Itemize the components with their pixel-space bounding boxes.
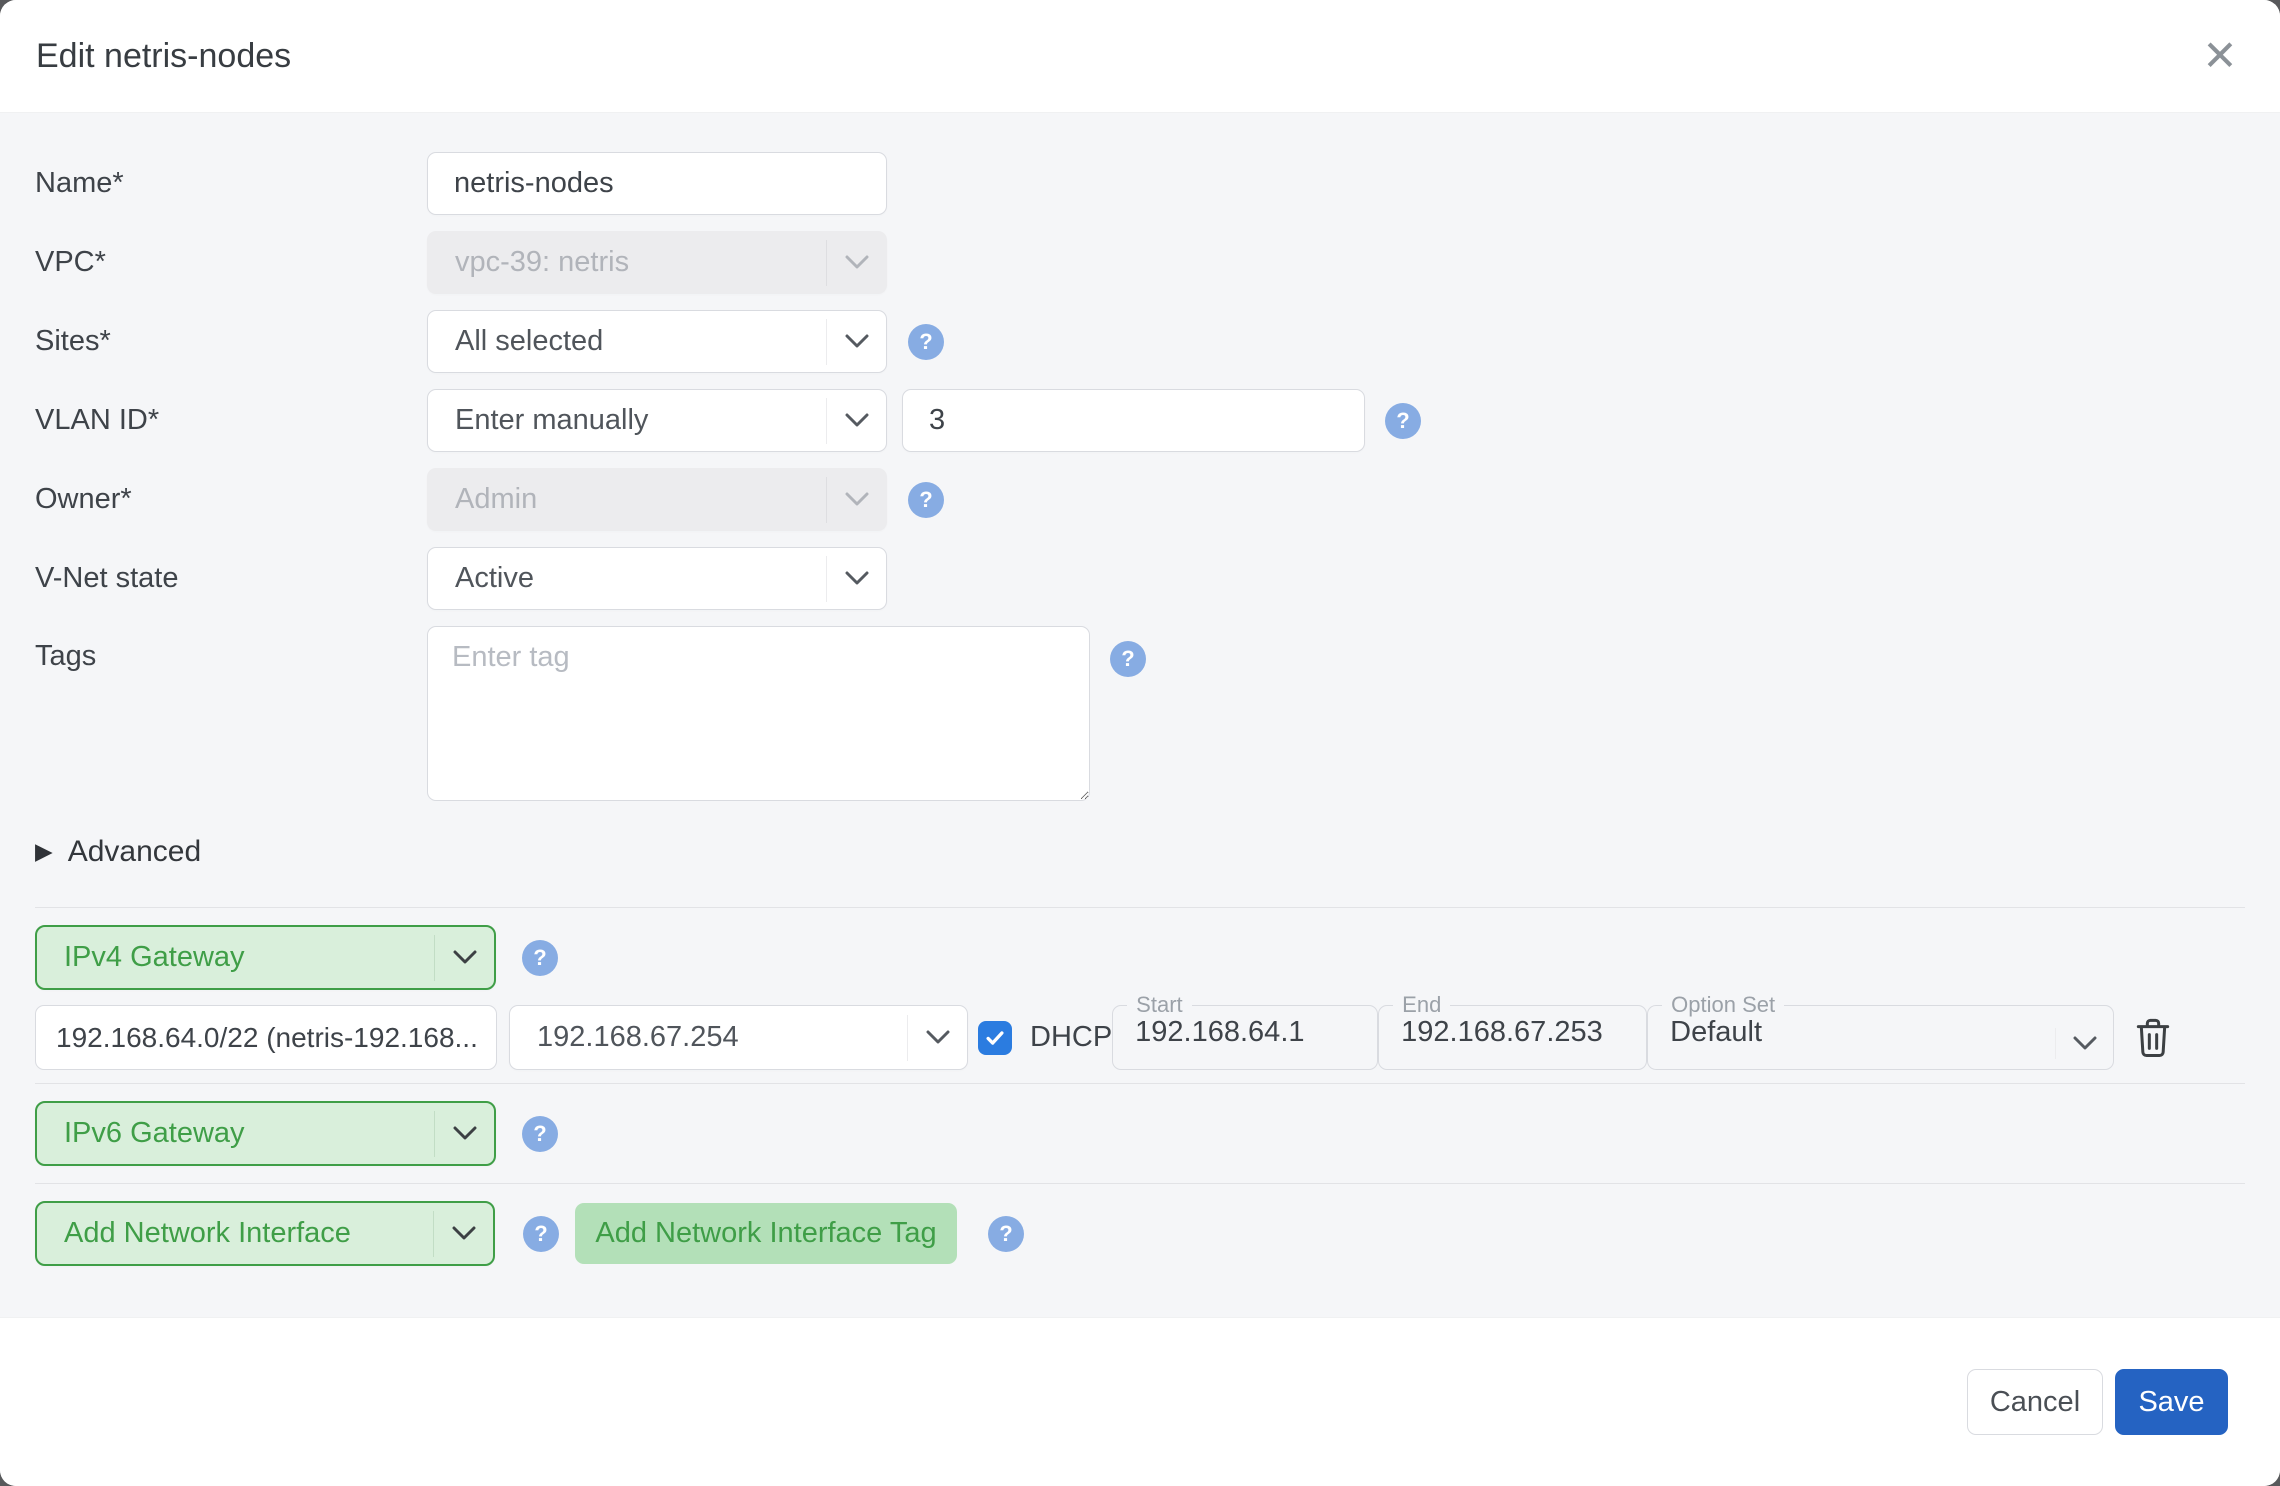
vlan-mode-select-value: Enter manually: [428, 390, 826, 451]
owner-row: Owner* Admin ?: [35, 468, 2245, 531]
trash-icon: [2133, 1015, 2173, 1061]
chevron-down-icon: [907, 1015, 967, 1061]
chevron-down-icon: [826, 477, 886, 523]
dhcp-field: DHCP: [978, 1005, 1112, 1070]
ipv6-gateway-row: IPv6 Gateway ?: [35, 1101, 2245, 1166]
dhcp-end-input[interactable]: [1379, 1016, 1646, 1059]
owner-help-icon[interactable]: ?: [908, 482, 944, 518]
sites-select[interactable]: All selected: [427, 310, 887, 373]
dhcp-label: DHCP: [1030, 1021, 1112, 1054]
ipv4-subnet-row: 192.168.64.0/22 (netris-192.168... 192.1…: [35, 994, 2245, 1070]
subnet-select[interactable]: 192.168.64.0/22 (netris-192.168...: [35, 1005, 497, 1070]
chevron-down-icon: [2055, 1028, 2113, 1059]
add-interface-help-icon[interactable]: ?: [523, 1216, 559, 1252]
advanced-label: Advanced: [68, 835, 201, 869]
chevron-down-icon: [433, 1211, 493, 1257]
chevron-down-icon: [826, 556, 886, 602]
vlan-help-icon[interactable]: ?: [1385, 403, 1421, 439]
add-interface-select[interactable]: Add Network Interface: [35, 1201, 495, 1266]
ipv4-gateway-help-icon[interactable]: ?: [522, 940, 558, 976]
vlan-label: VLAN ID*: [35, 404, 427, 437]
sites-select-value: All selected: [428, 311, 826, 372]
ipv6-gateway-select-value: IPv6 Gateway: [37, 1103, 434, 1164]
divider: [35, 907, 2245, 908]
ipv4-gateway-select[interactable]: IPv4 Gateway: [35, 925, 496, 990]
dhcp-end-legend: End: [1393, 994, 1450, 1016]
advanced-caret-icon: ▶: [35, 840, 53, 863]
owner-select: Admin: [427, 468, 887, 531]
vnet-state-select[interactable]: Active: [427, 547, 887, 610]
tags-help-icon[interactable]: ?: [1110, 641, 1146, 677]
modal-footer: Cancel Save: [0, 1317, 2280, 1486]
chevron-down-icon: [434, 1111, 494, 1157]
owner-label: Owner*: [35, 483, 427, 516]
ipv6-gateway-select[interactable]: IPv6 Gateway: [35, 1101, 496, 1166]
tags-input[interactable]: [427, 626, 1090, 801]
edit-vnet-modal: Edit netris-nodes ✕ Name* VPC* vpc-39: n…: [0, 0, 2280, 1486]
ipv6-gateway-help-icon[interactable]: ?: [522, 1116, 558, 1152]
tags-label: Tags: [35, 626, 427, 673]
vpc-row: VPC* vpc-39: netris: [35, 231, 2245, 294]
advanced-toggle[interactable]: ▶ Advanced: [35, 837, 265, 866]
sites-label: Sites*: [35, 325, 427, 358]
add-interface-row: Add Network Interface ? Add Network Inte…: [35, 1201, 2245, 1266]
modal-header: Edit netris-nodes ✕: [0, 0, 2280, 113]
name-label: Name*: [35, 167, 427, 200]
gateway-ip-select-value: 192.168.67.254: [510, 1006, 907, 1069]
dhcp-start-input[interactable]: [1113, 1016, 1377, 1059]
name-input[interactable]: [427, 152, 887, 215]
page-title: Edit netris-nodes: [36, 37, 291, 76]
subnet-select-value: 192.168.64.0/22 (netris-192.168...: [56, 1022, 478, 1054]
option-set-legend: Option Set: [1662, 994, 1784, 1016]
divider: [35, 1083, 2245, 1084]
add-interface-select-value: Add Network Interface: [37, 1203, 433, 1264]
dhcp-start-legend: Start: [1127, 994, 1191, 1016]
chevron-down-icon: [826, 398, 886, 444]
ipv4-gateway-select-value: IPv4 Gateway: [37, 927, 434, 988]
vpc-select: vpc-39: netris: [427, 231, 887, 294]
close-icon[interactable]: ✕: [2198, 34, 2242, 78]
name-row: Name*: [35, 152, 2245, 215]
vnet-state-select-value: Active: [428, 548, 826, 609]
vlan-row: VLAN ID* Enter manually ?: [35, 389, 2245, 452]
ipv4-gateway-row: IPv4 Gateway ?: [35, 925, 2245, 990]
dhcp-checkbox[interactable]: [978, 1021, 1012, 1055]
add-interface-tag-help-icon[interactable]: ?: [988, 1216, 1024, 1252]
option-set-value: Default: [1648, 1016, 2113, 1059]
vpc-label: VPC*: [35, 246, 427, 279]
dhcp-start-field: Start: [1112, 994, 1378, 1070]
chevron-down-icon: [434, 935, 494, 981]
vnet-state-label: V-Net state: [35, 562, 427, 595]
gateway-ip-select[interactable]: 192.168.67.254: [509, 1005, 968, 1070]
option-set-field[interactable]: Option Set Default: [1647, 994, 2114, 1070]
chevron-down-icon: [826, 319, 886, 365]
save-button[interactable]: Save: [2115, 1369, 2228, 1435]
delete-gateway-button[interactable]: [2133, 1005, 2173, 1070]
vpc-select-value: vpc-39: netris: [428, 232, 826, 293]
owner-select-value: Admin: [428, 469, 826, 530]
vlan-id-input[interactable]: [902, 389, 1365, 452]
tags-row: Tags ?: [35, 626, 2245, 801]
sites-row: Sites* All selected ?: [35, 310, 2245, 373]
vnet-state-row: V-Net state Active: [35, 547, 2245, 610]
add-interface-tag-button[interactable]: Add Network Interface Tag: [575, 1203, 957, 1264]
modal-body: Name* VPC* vpc-39: netris Sites* All sel…: [0, 113, 2280, 1317]
cancel-button[interactable]: Cancel: [1967, 1369, 2103, 1435]
chevron-down-icon: [826, 240, 886, 286]
divider: [35, 1183, 2245, 1184]
vlan-mode-select[interactable]: Enter manually: [427, 389, 887, 452]
sites-help-icon[interactable]: ?: [908, 324, 944, 360]
dhcp-end-field: End: [1378, 994, 1647, 1070]
dhcp-check-icon: [984, 1027, 1006, 1049]
